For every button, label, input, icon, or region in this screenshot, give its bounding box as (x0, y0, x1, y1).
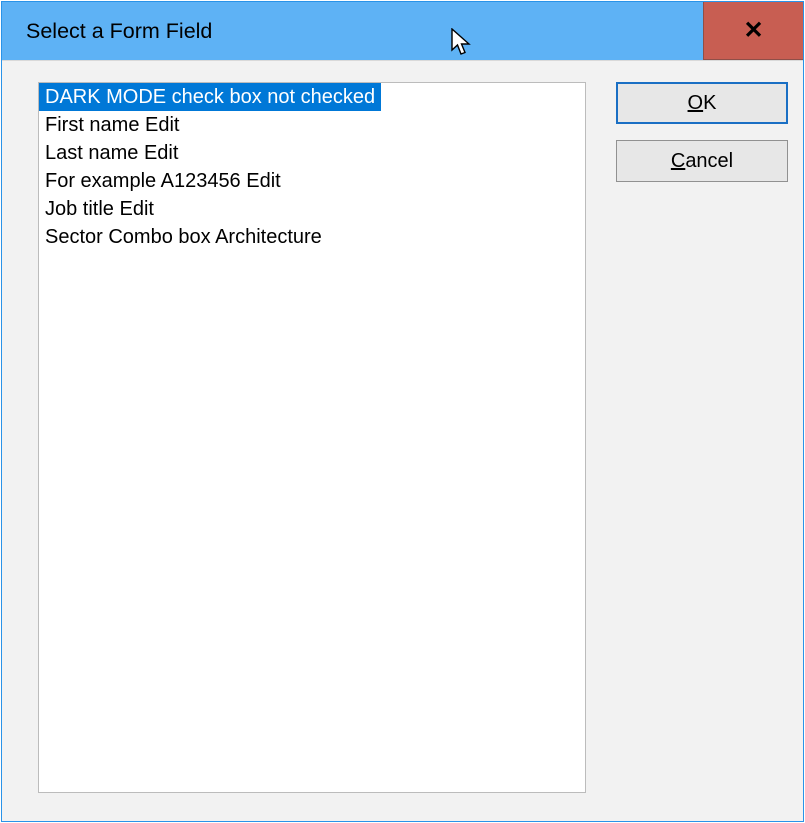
dialog-window: Select a Form Field ✕ DARK MODE check bo… (1, 1, 804, 822)
list-item[interactable]: DARK MODE check box not checked (39, 83, 381, 111)
list-item[interactable]: Last name Edit (39, 139, 184, 167)
titlebar: Select a Form Field ✕ (2, 2, 803, 60)
cursor-icon (451, 28, 477, 58)
close-button[interactable]: ✕ (703, 2, 803, 60)
button-label: Cancel (671, 150, 733, 173)
list-item[interactable]: Job title Edit (39, 195, 160, 223)
list-item[interactable]: For example A123456 Edit (39, 167, 287, 195)
form-field-listbox[interactable]: DARK MODE check box not checked First na… (38, 82, 586, 793)
window-title: Select a Form Field (2, 19, 212, 44)
close-icon: ✕ (743, 19, 763, 43)
button-panel: OK Cancel (616, 82, 788, 182)
ok-button[interactable]: OK (616, 82, 788, 124)
list-item[interactable]: Sector Combo box Architecture (39, 223, 328, 251)
list-item[interactable]: First name Edit (39, 111, 185, 139)
dialog-content: DARK MODE check box not checked First na… (2, 60, 803, 821)
cancel-button[interactable]: Cancel (616, 140, 788, 182)
button-label: OK (688, 92, 717, 115)
